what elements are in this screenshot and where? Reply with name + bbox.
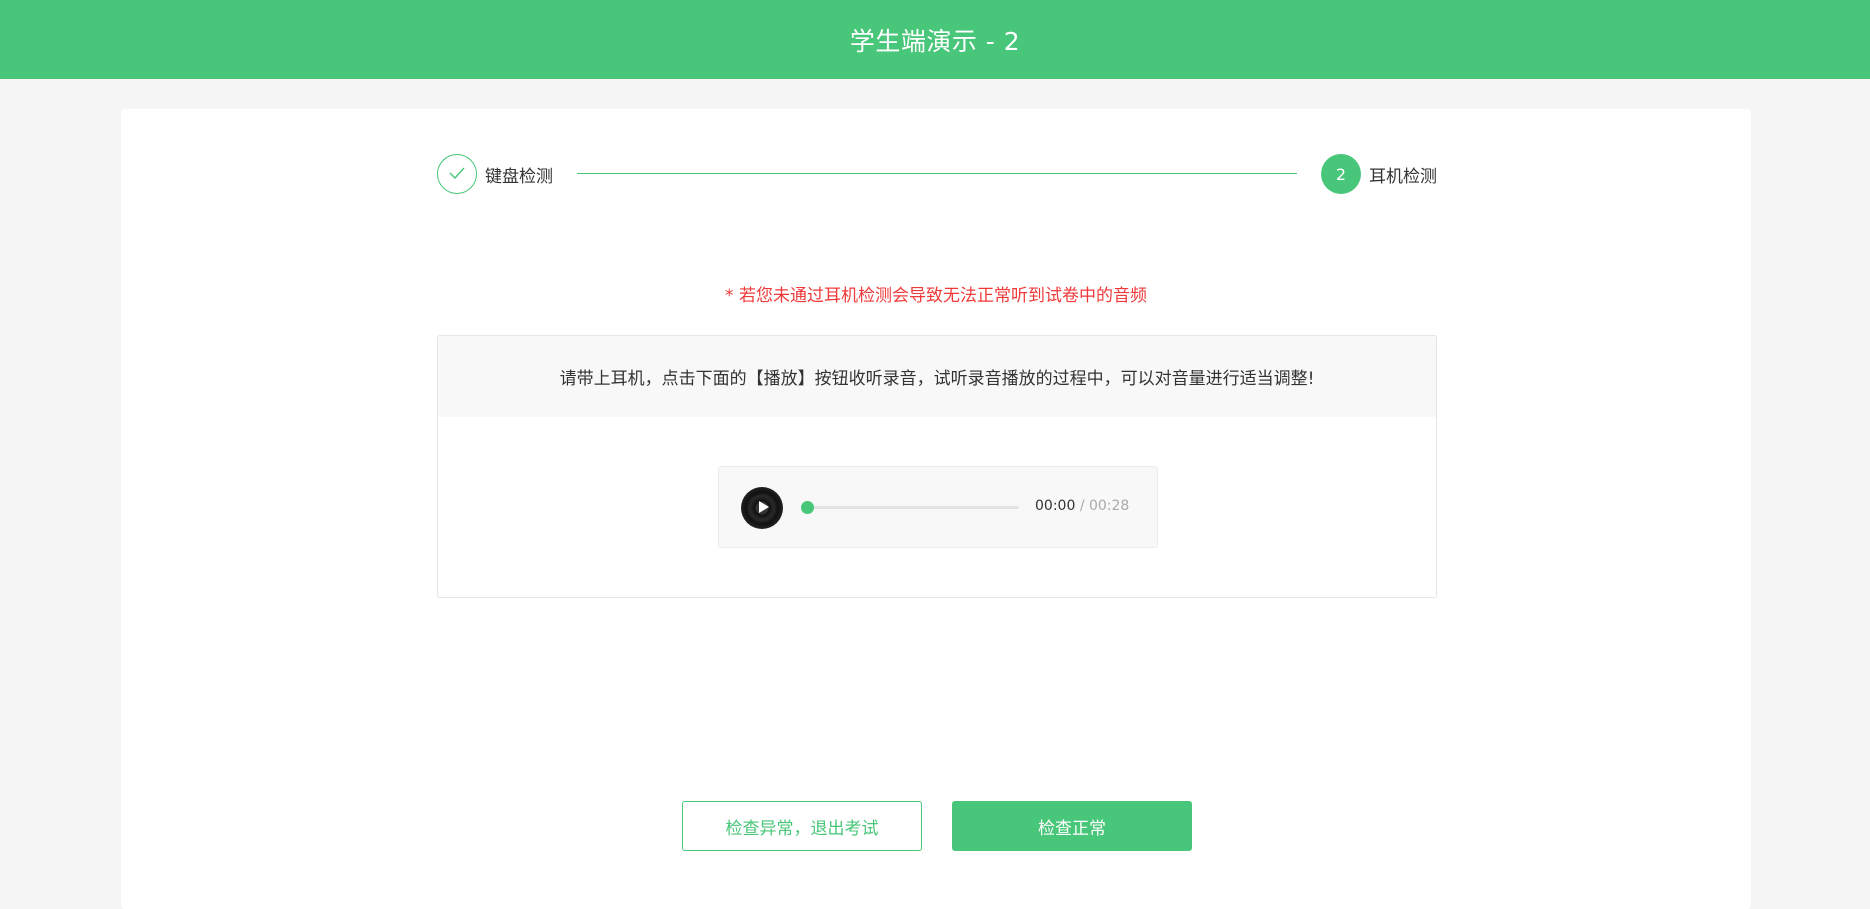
page-title: 学生端演示 - 2 [849,26,1021,56]
current-time: 00:00 [1035,498,1076,514]
time-display: 00:00 / 00:28 [1035,498,1129,514]
step-1-circle [437,154,477,194]
abnormal-exit-button[interactable]: 检查异常，退出考试 [682,801,922,851]
warning-text: * 若您未通过耳机检测会导致无法正常听到试卷中的音频 [725,286,1147,306]
normal-confirm-button[interactable]: 检查正常 [952,801,1192,851]
duration: 00:28 [1088,498,1130,514]
progress-thumb[interactable] [801,501,815,514]
headphone-test-box: 请带上耳机，点击下面的【播放】按钮收听录音，试听录音播放的过程中，可以对音量进行… [437,335,1437,598]
test-instruction: 请带上耳机，点击下面的【播放】按钮收听录音，试听录音播放的过程中，可以对音量进行… [438,336,1436,417]
check-icon [448,165,466,184]
time-separator: / [1079,498,1085,514]
main-card: 键盘检测 2 耳机检测 * 若您未通过耳机检测会导致无法正常听到试卷中的音频 请… [121,109,1751,909]
step-keyboard-check: 键盘检测 [437,154,553,194]
step-2-label: 耳机检测 [1369,166,1437,187]
top-header: 学生端演示 - 2 [0,0,1870,79]
step-1-label: 键盘检测 [485,166,553,187]
step-2-number: 2 [1335,164,1347,184]
audio-player: 00:00 / 00:28 [718,466,1158,548]
play-icon [755,499,770,518]
progress-track[interactable] [801,501,1019,514]
step-2-circle: 2 [1321,154,1361,194]
play-button[interactable] [741,487,783,529]
step-headphone-check: 2 耳机检测 [1321,154,1437,194]
step-progress: 键盘检测 2 耳机检测 [437,154,1437,194]
step-connector-line [577,173,1297,174]
